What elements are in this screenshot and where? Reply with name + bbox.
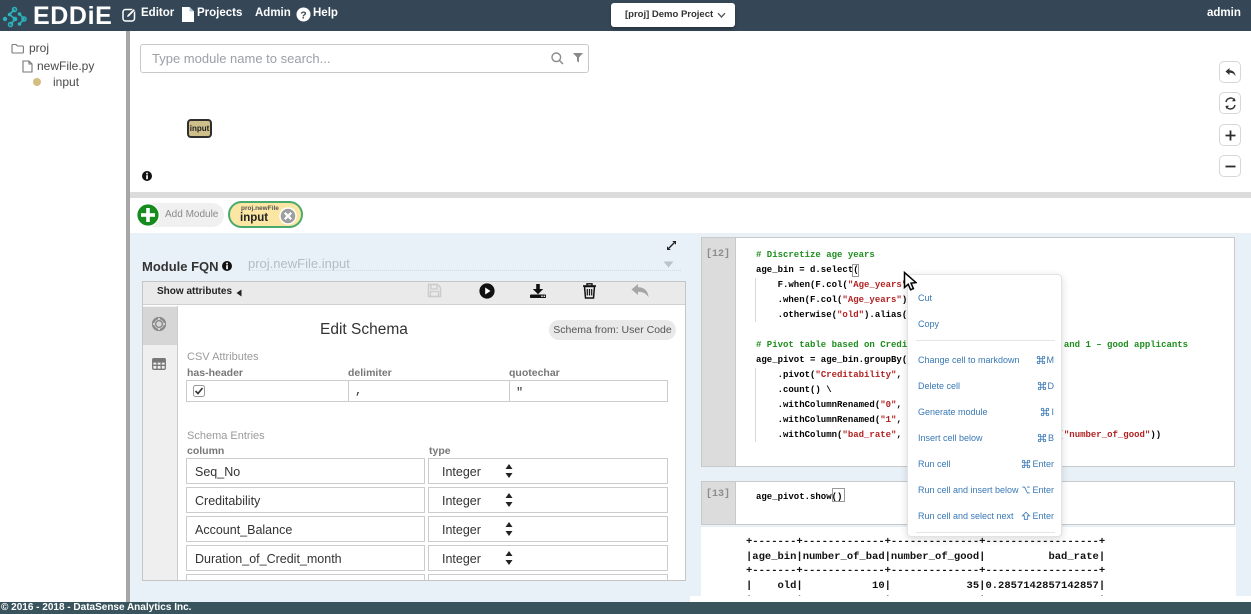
svg-text:?: ? — [300, 9, 306, 21]
